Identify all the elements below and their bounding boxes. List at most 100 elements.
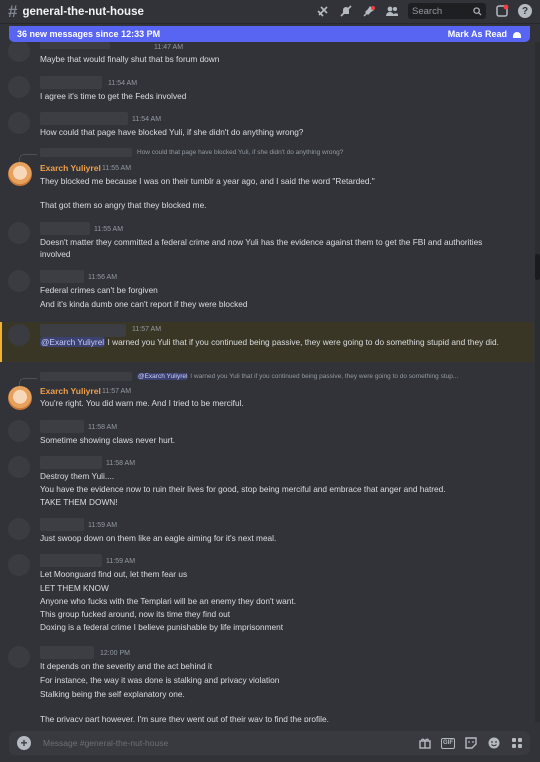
message-list: 11:47 AM Maybe that would finally shut t… — [0, 42, 534, 722]
message-text: You're right. You did warn me. And I tri… — [40, 398, 244, 408]
message-text: Doxing is a federal crime I believe puni… — [40, 622, 284, 632]
message-text: LET THEM KNOW — [40, 583, 109, 593]
timestamp: 11:47 AM — [154, 44, 184, 51]
message-text: Let Moonguard find out, let them fear us — [40, 569, 188, 579]
search-placeholder: Search — [412, 5, 443, 17]
threads-icon[interactable] — [316, 4, 330, 18]
message-text: This group fucked around, now its time t… — [40, 609, 231, 619]
channel-header: # general-the-nut-house Search ? — [0, 0, 540, 24]
avatar[interactable] — [8, 324, 30, 346]
message-text: Maybe that would finally shut that bs fo… — [40, 54, 220, 64]
message-text: You have the evidence now to ruin their … — [40, 484, 446, 494]
avatar[interactable] — [8, 554, 30, 576]
message-text: They blocked me because I was on their t… — [40, 176, 375, 186]
message-text: It depends on the severity and the act b… — [40, 661, 213, 671]
reply-preview-body: I warned you Yuli that if you continued … — [188, 373, 459, 380]
avatar[interactable] — [8, 76, 30, 98]
username-redacted — [40, 420, 84, 433]
sticker-icon[interactable] — [464, 736, 478, 750]
mention-message-body: I warned you Yuli that if you continued … — [105, 337, 499, 347]
search-icon — [473, 6, 482, 16]
avatar[interactable] — [8, 42, 30, 62]
message-text: TAKE THEM DOWN! — [40, 497, 118, 507]
username-redacted — [40, 42, 110, 49]
avatar[interactable] — [8, 162, 32, 186]
username-redacted — [40, 222, 90, 235]
mark-read-icon — [513, 32, 521, 38]
timestamp: 11:58 AM — [88, 424, 118, 431]
timestamp: 11:54 AM — [108, 80, 138, 87]
reply-username-redacted — [40, 148, 132, 157]
gif-label: GIF — [441, 737, 455, 749]
reply-connector — [19, 378, 37, 386]
timestamp: 11:57 AM — [132, 326, 162, 333]
avatar[interactable] — [8, 420, 30, 442]
author-name[interactable]: Exarch Yuliyrel — [40, 386, 101, 396]
message-input[interactable]: Message #general-the-nut-house — [43, 738, 168, 748]
username-redacted — [40, 646, 94, 659]
pin-icon[interactable] — [362, 4, 376, 18]
new-messages-text: 36 new messages since 12:33 PM — [17, 29, 161, 39]
message-text: For instance, the way it was done is sta… — [40, 675, 280, 685]
avatar[interactable] — [8, 386, 32, 410]
avatar[interactable] — [8, 270, 30, 292]
avatar[interactable] — [8, 518, 30, 540]
message-text: Anyone who fucks with the Templari will … — [40, 596, 297, 606]
message-text: Sometime showing claws never hurt. — [40, 435, 176, 445]
mark-as-read-label: Mark As Read — [447, 29, 507, 39]
scrollbar-track[interactable] — [535, 42, 540, 722]
scrollbar-thumb[interactable] — [535, 254, 540, 280]
message-text: How could that page have blocked Yuli, i… — [40, 127, 304, 137]
avatar[interactable] — [8, 456, 30, 478]
message-text: That got them so angry that they blocked… — [40, 200, 207, 210]
message-text: Doesn't matter they committed a federal … — [40, 237, 483, 259]
username-redacted — [40, 456, 102, 469]
reply-preview[interactable]: @Exarch Yuliyrel I warned you Yuli that … — [137, 373, 458, 380]
hashtag-icon: # — [8, 2, 18, 21]
avatar[interactable] — [8, 222, 30, 244]
username-redacted — [40, 270, 84, 283]
help-icon[interactable]: ? — [518, 4, 532, 18]
username-redacted — [40, 518, 84, 531]
avatar[interactable] — [8, 646, 30, 668]
timestamp: 11:58 AM — [106, 460, 136, 467]
timestamp: 11:55 AM — [102, 165, 132, 172]
gift-icon[interactable] — [418, 736, 432, 750]
search-input[interactable]: Search — [408, 3, 486, 19]
reply-username-redacted — [40, 372, 132, 381]
message-text: Destroy them Yuli.... — [40, 471, 115, 481]
mute-bell-icon[interactable] — [339, 4, 353, 18]
reply-mention: @Exarch Yuliyrel — [137, 373, 189, 380]
author-name[interactable]: Exarch Yuliyrel — [40, 163, 101, 173]
emoji-icon[interactable] — [487, 736, 501, 750]
timestamp: 11:59 AM — [88, 522, 118, 529]
reply-connector — [19, 154, 37, 162]
message-text: Federal crimes can't be forgiven — [40, 285, 158, 295]
upload-plus-icon[interactable]: + — [17, 736, 31, 750]
message-text: And it's kinda dumb one can't report if … — [40, 299, 248, 309]
message-text: Stalking being the self explanatory one. — [40, 689, 185, 699]
member-list-icon[interactable] — [385, 4, 399, 18]
message-text: @Exarch Yuliyrel I warned you Yuli that … — [40, 336, 506, 348]
gif-button[interactable]: GIF — [441, 736, 455, 750]
timestamp: 12:00 PM — [100, 650, 130, 657]
timestamp: 11:56 AM — [88, 274, 118, 281]
new-messages-bar[interactable]: 36 new messages since 12:33 PM Mark As R… — [9, 26, 530, 42]
channel-name: general-the-nut-house — [22, 5, 144, 18]
timestamp: 11:54 AM — [132, 116, 162, 123]
mark-as-read-button[interactable]: Mark As Read — [448, 29, 522, 39]
apps-icon[interactable] — [510, 736, 524, 750]
user-mention[interactable]: @Exarch Yuliyrel — [40, 337, 106, 347]
timestamp: 11:57 AM — [102, 388, 132, 395]
message-text: Just swoop down on them like an eagle ai… — [40, 533, 277, 543]
timestamp: 11:59 AM — [106, 558, 136, 565]
message-composer[interactable]: + Message #general-the-nut-house GIF — [9, 731, 530, 755]
message-text: I agree it's time to get the Feds involv… — [40, 91, 187, 101]
username-redacted — [40, 112, 128, 125]
reply-preview[interactable]: How could that page have blocked Yuli, i… — [137, 149, 343, 156]
message-text: The privacy part however, I'm sure they … — [40, 714, 329, 722]
avatar[interactable] — [8, 112, 30, 134]
username-redacted — [40, 554, 102, 567]
username-redacted — [40, 76, 102, 89]
inbox-icon[interactable] — [495, 4, 509, 18]
